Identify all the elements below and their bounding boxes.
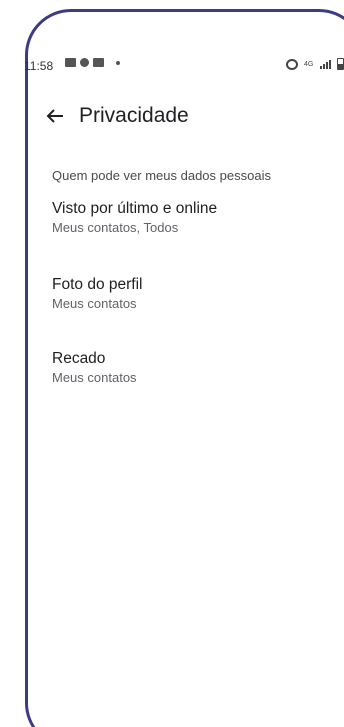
signal-icon bbox=[320, 59, 331, 69]
setting-subtitle: Meus contatos, Todos bbox=[52, 220, 179, 235]
screen-frame: 11:58 4G Privacidade Quem pode ver meus … bbox=[0, 0, 344, 727]
app-notification-icon bbox=[93, 58, 104, 67]
status-time: 11:58 bbox=[24, 59, 54, 73]
battery-icon bbox=[337, 58, 344, 70]
setting-last-seen[interactable]: Visto por último e online Meus contatos,… bbox=[52, 200, 217, 236]
back-arrow-icon[interactable] bbox=[45, 106, 65, 126]
system-icons: 4G bbox=[286, 58, 344, 70]
setting-title: Visto por último e online bbox=[52, 200, 218, 217]
setting-subtitle: Meus contatos bbox=[52, 296, 137, 311]
status-bar: 11:58 4G bbox=[24, 56, 344, 76]
setting-title: Recado bbox=[52, 350, 106, 367]
alarm-icon bbox=[286, 58, 298, 70]
more-notifications-icon bbox=[116, 60, 120, 65]
setting-subtitle: Meus contatos bbox=[52, 370, 137, 385]
notification-icons bbox=[65, 58, 120, 67]
network-type-icon: 4G bbox=[304, 60, 314, 68]
setting-about[interactable]: Recado Meus contatos bbox=[52, 350, 137, 386]
setting-profile-photo[interactable]: Foto do perfil Meus contatos bbox=[52, 276, 142, 312]
gallery-notification-icon bbox=[65, 58, 76, 67]
page-title: Privacidade bbox=[79, 104, 189, 127]
setting-title: Foto do perfil bbox=[52, 276, 143, 293]
app-bar: Privacidade bbox=[45, 100, 189, 132]
chat-notification-icon bbox=[80, 58, 89, 67]
section-header: Quem pode ver meus dados pessoais bbox=[52, 168, 271, 183]
